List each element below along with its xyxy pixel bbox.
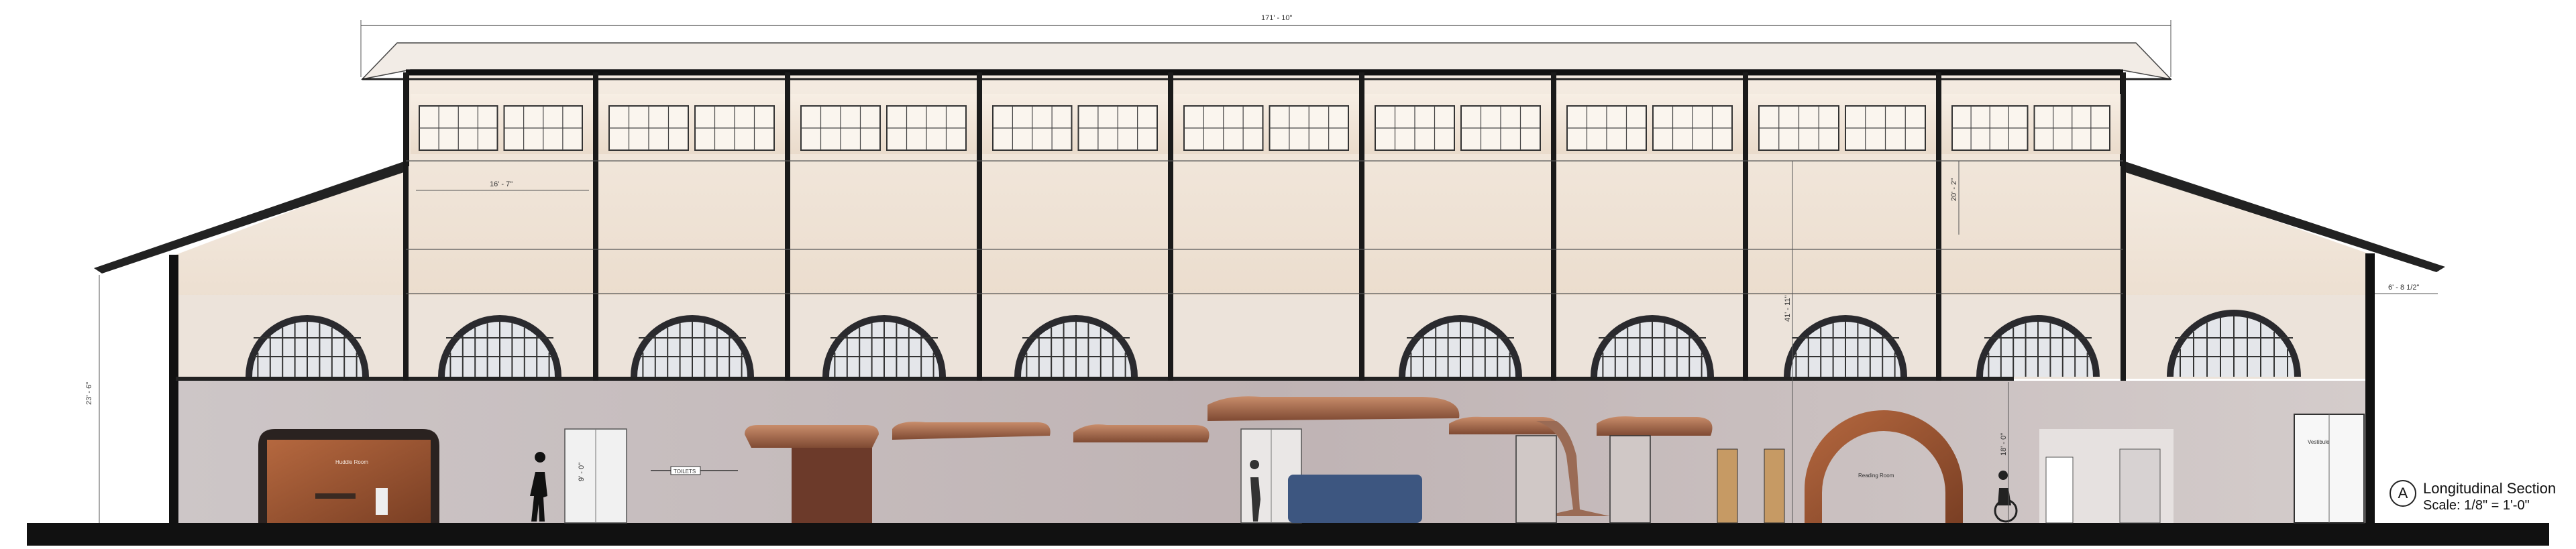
truss-column xyxy=(1359,72,1364,381)
truss-column xyxy=(593,72,598,381)
clerestory-window xyxy=(1460,105,1541,151)
clerestory-window xyxy=(1951,105,2029,151)
vestibule-label: Vestibule xyxy=(2308,439,2330,445)
clerestory-window xyxy=(608,105,689,151)
total-height-label: 41' - 11" xyxy=(1784,295,1792,322)
clerestory-window xyxy=(1758,105,1839,151)
lower-ceiling-label: 18' - 0" xyxy=(2000,433,2008,456)
person-height-label: 9' - 0" xyxy=(578,463,586,481)
truss-column xyxy=(1743,72,1748,381)
truss-column xyxy=(2121,72,2126,381)
clerestory-window xyxy=(1566,105,1647,151)
toilets-door: 9' - 0" xyxy=(564,428,627,524)
clerestory-window xyxy=(1375,105,1455,151)
huddle-room-pod: Huddle Room xyxy=(258,429,439,523)
longitudinal-section-drawing: 171' - 10" Huddle Room 9' - 0" TOILETS R… xyxy=(27,14,2549,546)
clerestory-window xyxy=(1183,105,1264,151)
service-core xyxy=(2039,429,2174,524)
clerestory-window xyxy=(419,105,498,151)
clerestory-window xyxy=(1845,105,1926,151)
reading-room-label: Reading Room xyxy=(1858,473,1894,479)
clerestory-height-label: 20' - 2" xyxy=(1950,178,1958,201)
truss-column xyxy=(785,72,790,381)
section-marker: A xyxy=(2390,480,2416,507)
clerestory-window xyxy=(992,105,1073,151)
truss-column xyxy=(1551,72,1556,381)
truss-column xyxy=(1168,72,1173,381)
huddle-room-label: Huddle Room xyxy=(335,459,368,465)
toilets-sign-label: TOILETS xyxy=(674,469,696,475)
clerestory-window xyxy=(1077,105,1158,151)
truss-column xyxy=(403,72,409,381)
truss-column xyxy=(977,72,982,381)
clerestory-window xyxy=(800,105,881,151)
right-wing-label: 6' - 8 1/2" xyxy=(2388,284,2419,292)
vestibule: Vestibule xyxy=(2294,414,2365,524)
drawing-sheet: 171' - 10" Huddle Room 9' - 0" TOILETS R… xyxy=(0,0,2576,546)
clerestory-window xyxy=(2033,105,2110,151)
clerestory-window xyxy=(503,105,583,151)
bay-width-label: 16' - 7" xyxy=(490,180,513,188)
clerestory-window xyxy=(1652,105,1733,151)
clerestory-window xyxy=(694,105,775,151)
side-height-label: 23' - 6" xyxy=(85,382,93,405)
clerestory-window xyxy=(886,105,967,151)
truss-column xyxy=(1936,72,1941,381)
lounge-booth xyxy=(1288,475,1422,523)
clerestory-window xyxy=(1269,105,1349,151)
section-title: Longitudinal Section xyxy=(2423,480,2557,497)
overall-length-label: 171' - 10" xyxy=(1261,14,1292,22)
section-scale: Scale: 1/8" = 1'-0" xyxy=(2423,498,2530,513)
